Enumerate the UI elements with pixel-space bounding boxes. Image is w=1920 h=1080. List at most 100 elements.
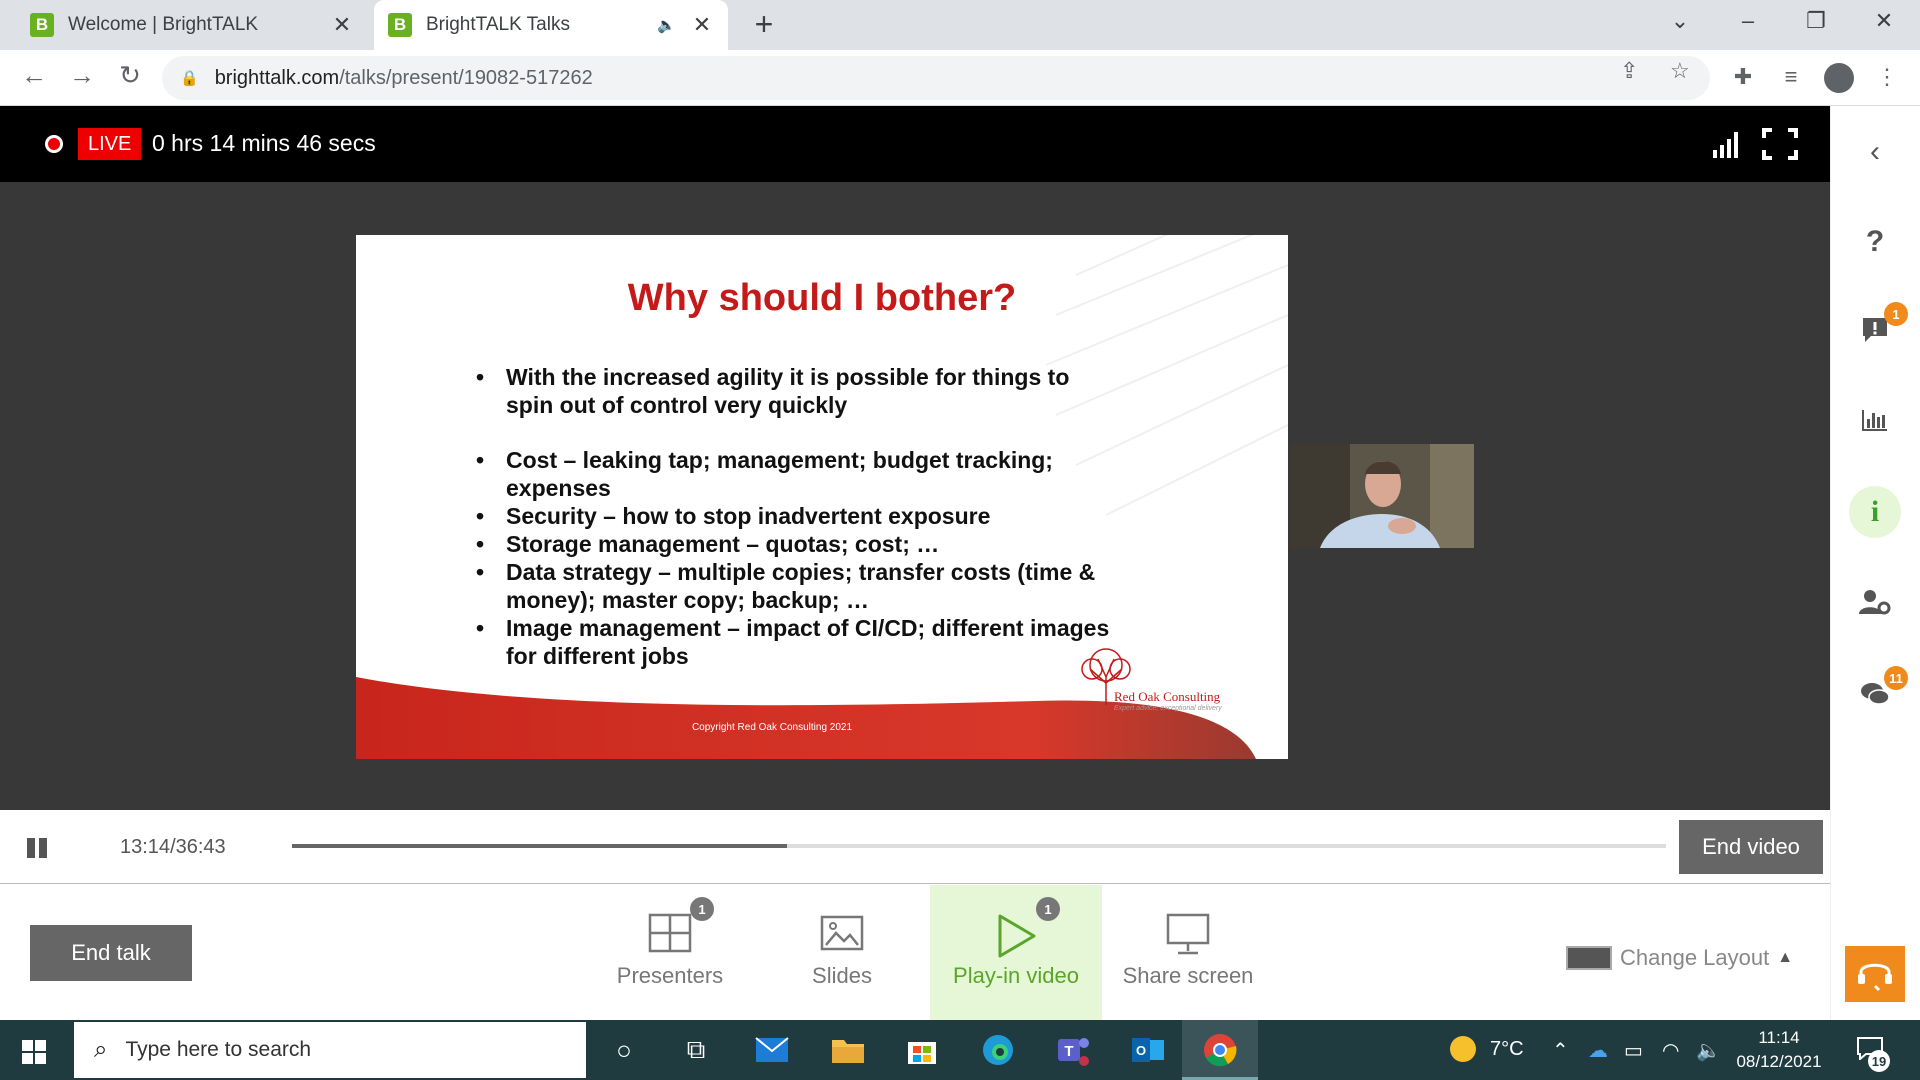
play-icon	[998, 914, 1036, 958]
weather-widget[interactable]: 7°C	[1450, 1036, 1524, 1062]
url-text: brighttalk.com/talks/present/19082-51726…	[214, 66, 593, 89]
close-icon[interactable]: ✕	[690, 12, 714, 38]
lock-icon: 🔒	[180, 70, 199, 87]
edge-icon[interactable]	[980, 1032, 1016, 1068]
slide-bullet: Security – how to stop inadvertent expos…	[476, 502, 1116, 530]
monitor-icon	[1166, 913, 1210, 955]
file-explorer-icon[interactable]	[830, 1032, 866, 1068]
headset-icon	[1858, 963, 1892, 992]
clock-time: 11:14	[1758, 1028, 1800, 1047]
svg-text:T: T	[1064, 1043, 1073, 1060]
slides-image-icon	[820, 915, 864, 951]
show-hidden-icons-icon[interactable]: ⌃	[1552, 1038, 1569, 1063]
presentation-stage: LIVE 0 hrs 14 mins 46 secs Why should I …	[0, 106, 1830, 810]
live-badge: LIVE	[78, 128, 142, 160]
notification-center-button[interactable]: 19	[1856, 1036, 1890, 1072]
progress-fill	[292, 844, 787, 848]
presenters-button[interactable]: 1 Presenters	[584, 885, 756, 1020]
help-icon[interactable]: ?	[1830, 212, 1920, 272]
tab-welcome[interactable]: B Welcome | BrightTALK ✕	[16, 0, 368, 50]
collapse-chevron-icon[interactable]: ‹	[1830, 122, 1920, 182]
mail-icon[interactable]	[754, 1032, 790, 1068]
fullscreen-icon[interactable]	[1762, 128, 1798, 160]
browser-tab-strip: B Welcome | BrightTALK ✕ B BrightTALK Ta…	[0, 0, 1920, 50]
signal-strength-icon	[1713, 132, 1738, 158]
speaker-icon[interactable]: 🔈	[657, 16, 676, 34]
cortana-icon[interactable]: ○	[606, 1032, 642, 1068]
windows-start-icon[interactable]	[22, 1040, 46, 1064]
play-in-video-button[interactable]: 1 Play-in video	[930, 885, 1102, 1020]
tab-talks[interactable]: B BrightTALK Talks 🔈 ✕	[374, 0, 728, 50]
chat-button[interactable]: 11	[1830, 664, 1920, 724]
info-button[interactable]: i	[1830, 482, 1920, 542]
end-talk-button[interactable]: End talk	[30, 925, 192, 981]
temperature: 7°C	[1490, 1037, 1524, 1060]
teams-icon[interactable]: T	[1056, 1032, 1092, 1068]
slide-bullet: Storage management – quotas; cost; …	[476, 530, 1116, 558]
slide-bullet-list: With the increased agility it is possibl…	[476, 363, 1116, 670]
menu-icon[interactable]: ⋮	[1872, 64, 1902, 90]
onedrive-icon[interactable]: ☁	[1588, 1038, 1608, 1063]
profile-avatar[interactable]	[1824, 63, 1854, 93]
end-video-button[interactable]: End video	[1679, 820, 1823, 874]
forward-button[interactable]: →	[64, 60, 100, 91]
close-icon[interactable]: ✕	[330, 12, 354, 38]
reload-button[interactable]: ↻	[112, 60, 148, 91]
presenters-label: Presenters	[616, 963, 724, 988]
task-view-icon[interactable]: ⧉	[678, 1032, 714, 1068]
slide-bullet: Image management – impact of CI/CD; diff…	[476, 614, 1116, 670]
windows-taskbar: ⌕ Type here to search ○ ⧉ T O 7°C ⌃ ☁ ▭ …	[0, 1020, 1920, 1080]
back-button[interactable]: ←	[16, 60, 52, 91]
bar-chart-icon	[1862, 410, 1887, 431]
window-close-button[interactable]: ✕	[1864, 8, 1904, 34]
video-player-bar: 13:14/36:43 End video	[0, 810, 1830, 884]
slide: Why should I bother? With the increased …	[356, 235, 1288, 759]
progress-track[interactable]	[292, 844, 1666, 848]
battery-icon[interactable]: ▭	[1624, 1038, 1643, 1063]
questions-button[interactable]: 1	[1830, 300, 1920, 360]
clock-date: 08/12/2021	[1736, 1052, 1822, 1071]
tab-title: BrightTALK Talks	[426, 14, 570, 35]
browser-toolbar: ← → ↻ 🔒 brighttalk.com/talks/present/190…	[0, 50, 1920, 106]
media-control-icon[interactable]: ≡	[1776, 64, 1806, 90]
slides-button[interactable]: Slides	[756, 885, 928, 1020]
slide-bullet: With the increased agility it is possibl…	[476, 363, 1116, 419]
search-placeholder: Type here to search	[125, 1038, 312, 1061]
presenters-grid-icon	[648, 913, 692, 953]
slide-bullet: Data strategy – multiple copies; transfe…	[476, 558, 1116, 614]
polls-button[interactable]	[1830, 390, 1920, 450]
outlook-icon[interactable]: O	[1130, 1032, 1166, 1068]
minimize-button[interactable]: –	[1728, 8, 1768, 34]
chat-count-badge: 11	[1884, 666, 1908, 690]
notification-count-badge: 19	[1868, 1050, 1890, 1072]
slide-title: Why should I bother?	[627, 277, 1017, 319]
recording-icon	[45, 135, 63, 153]
volume-icon[interactable]: 🔈	[1696, 1038, 1721, 1063]
info-icon: i	[1849, 486, 1901, 538]
slide-bullet: Cost – leaking tap; management; budget t…	[476, 446, 1116, 502]
microsoft-store-icon[interactable]	[904, 1032, 940, 1068]
share-icon[interactable]: ⇪	[1620, 58, 1638, 84]
support-button[interactable]	[1845, 946, 1905, 1002]
live-elapsed-time: 0 hrs 14 mins 46 secs	[152, 130, 376, 156]
presenter-webcam[interactable]	[1290, 444, 1474, 548]
wifi-icon[interactable]: ◠	[1662, 1038, 1679, 1063]
chrome-taskbar-button[interactable]	[1182, 1020, 1258, 1080]
bookmark-star-icon[interactable]: ☆	[1670, 58, 1690, 84]
extensions-icon[interactable]: ✚	[1728, 64, 1758, 90]
taskbar-clock[interactable]: 11:14 08/12/2021	[1726, 1026, 1832, 1074]
restore-button[interactable]: ❐	[1796, 8, 1836, 34]
tab-search-icon[interactable]: ⌄	[1660, 8, 1700, 34]
change-layout-button[interactable]: Change Layout ▲	[1566, 945, 1793, 971]
search-icon: ⌕	[94, 1036, 108, 1063]
tab-title: Welcome | BrightTALK	[68, 14, 259, 35]
attendee-settings-button[interactable]	[1830, 572, 1920, 632]
taskbar-search-input[interactable]: ⌕ Type here to search	[74, 1022, 586, 1078]
new-tab-button[interactable]: +	[748, 6, 780, 43]
playback-time: 13:14/36:43	[120, 836, 226, 858]
pause-icon[interactable]	[27, 838, 49, 858]
address-bar[interactable]: 🔒 brighttalk.com/talks/present/19082-517…	[162, 56, 1710, 100]
weather-sun-icon	[1450, 1036, 1476, 1062]
share-screen-button[interactable]: Share screen	[1102, 885, 1274, 1020]
presenter-video-image	[1290, 444, 1474, 548]
